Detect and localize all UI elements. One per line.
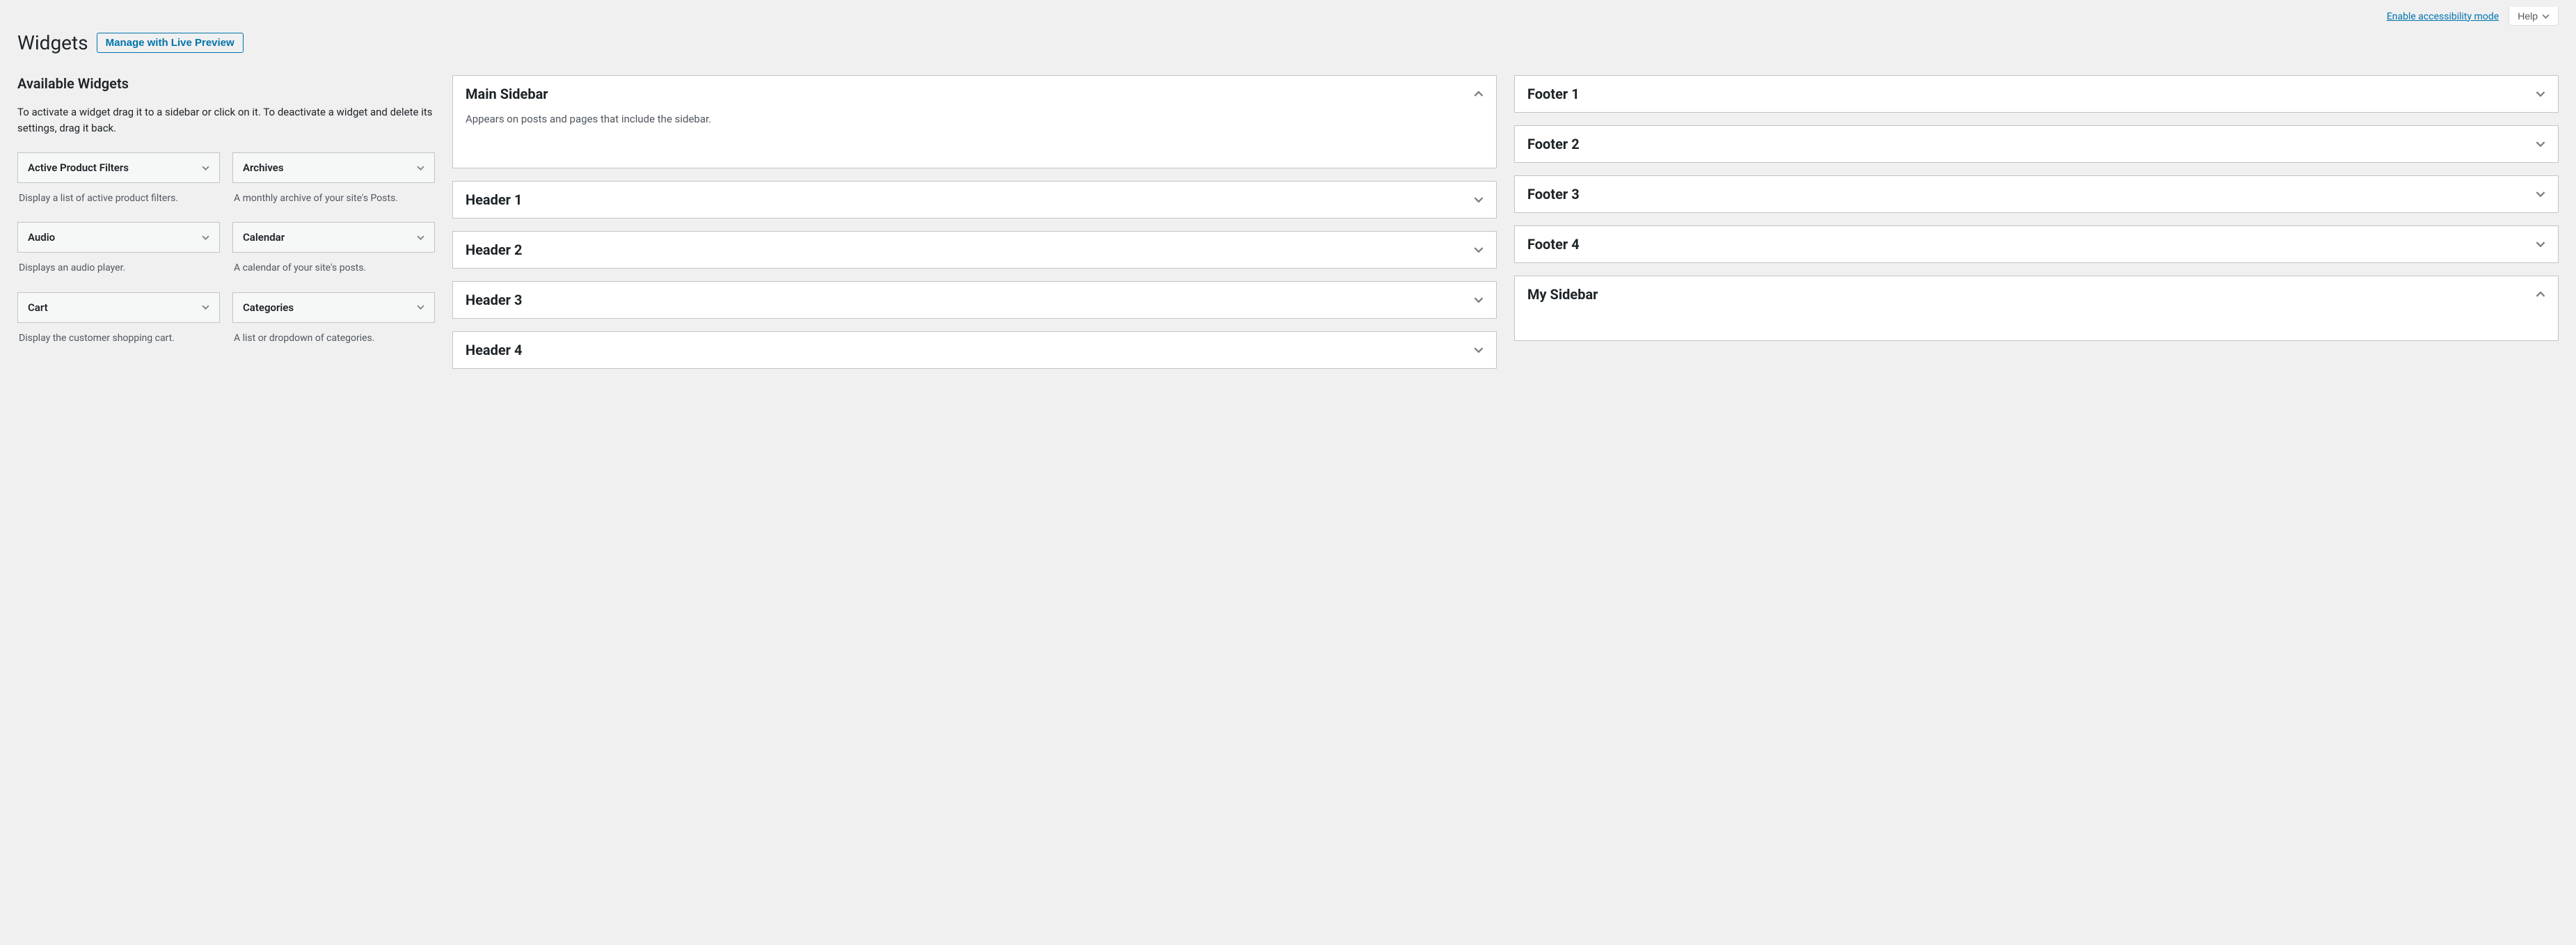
area-header-toggle[interactable]: Header 3	[453, 282, 1496, 318]
area-title: Header 2	[466, 241, 522, 258]
widget-cart[interactable]: Cart	[17, 292, 220, 323]
help-toggle-button[interactable]: Help	[2509, 7, 2559, 26]
page-title-row: Widgets Manage with Live Preview	[17, 31, 2559, 54]
area-drop-zone[interactable]	[453, 140, 1496, 168]
sidebar-areas-column-2: Footer 1 Footer 2 Footer 3 Footer 4	[1514, 75, 2559, 354]
widget-label: Active Product Filters	[28, 161, 129, 174]
chevron-down-icon	[1474, 195, 1484, 205]
area-title: My Sidebar	[1527, 286, 1598, 303]
enable-accessibility-link[interactable]: Enable accessibility mode	[2387, 11, 2499, 22]
chevron-down-icon	[2536, 89, 2545, 99]
area-header-2: Header 2	[452, 231, 1497, 269]
chevron-down-icon	[1474, 295, 1484, 305]
chevron-down-icon	[1474, 245, 1484, 255]
widget-description: Display a list of active product filters…	[17, 183, 220, 218]
area-header-4: Header 4	[452, 331, 1497, 369]
area-title: Footer 3	[1527, 186, 1580, 202]
widget-categories[interactable]: Categories	[232, 292, 435, 323]
widget-description: A list or dropdown of categories.	[232, 323, 435, 358]
area-header-toggle[interactable]: Header 4	[453, 332, 1496, 368]
area-title: Main Sidebar	[466, 86, 548, 102]
area-title: Header 3	[466, 292, 522, 308]
widget-calendar[interactable]: Calendar	[232, 222, 435, 253]
widget-label: Cart	[28, 301, 48, 314]
area-header-3: Header 3	[452, 281, 1497, 319]
widget-audio[interactable]: Audio	[17, 222, 220, 253]
chevron-down-icon	[202, 164, 209, 172]
widget-label: Categories	[243, 301, 294, 314]
chevron-down-icon	[2542, 13, 2550, 20]
chevron-down-icon	[202, 234, 209, 241]
manage-live-preview-button[interactable]: Manage with Live Preview	[97, 33, 244, 53]
widget-description: A monthly archive of your site's Posts.	[232, 183, 435, 218]
chevron-up-icon	[2536, 289, 2545, 299]
area-footer-4: Footer 4	[1514, 225, 2559, 263]
widget-description: Display the customer shopping cart.	[17, 323, 220, 358]
area-title: Header 4	[466, 342, 522, 358]
chevron-down-icon	[1474, 345, 1484, 355]
area-main-sidebar: Main Sidebar Appears on posts and pages …	[452, 75, 1497, 168]
area-footer-1: Footer 1	[1514, 75, 2559, 113]
chevron-down-icon	[417, 303, 424, 311]
widget-label: Archives	[243, 161, 284, 174]
area-footer-2: Footer 2	[1514, 125, 2559, 163]
widget-archives[interactable]: Archives	[232, 152, 435, 183]
area-header-toggle[interactable]: Footer 4	[1515, 226, 2558, 262]
screen-options-row: Enable accessibility mode Help	[17, 7, 2559, 26]
widget-label: Calendar	[243, 231, 285, 244]
sidebar-areas-column-1: Main Sidebar Appears on posts and pages …	[452, 75, 1497, 381]
chevron-down-icon	[417, 164, 424, 172]
area-header-toggle[interactable]: Header 2	[453, 232, 1496, 268]
chevron-up-icon	[1474, 89, 1484, 99]
chevron-down-icon	[2536, 139, 2545, 149]
available-widgets-heading: Available Widgets	[17, 75, 435, 92]
area-my-sidebar: My Sidebar	[1514, 276, 2559, 341]
widget-description: A calendar of your site's posts.	[232, 253, 435, 287]
area-header-my-sidebar[interactable]: My Sidebar	[1515, 276, 2558, 312]
area-title: Header 1	[466, 191, 522, 208]
available-widgets-panel: Available Widgets To activate a widget d…	[17, 75, 435, 362]
area-title: Footer 2	[1527, 136, 1580, 152]
page-title: Widgets	[17, 31, 88, 54]
area-footer-3: Footer 3	[1514, 175, 2559, 213]
widget-active-product-filters[interactable]: Active Product Filters	[17, 152, 220, 183]
help-label: Help	[2518, 10, 2538, 22]
area-header-toggle[interactable]: Footer 1	[1515, 76, 2558, 112]
area-header-toggle[interactable]: Footer 3	[1515, 176, 2558, 212]
widget-label: Audio	[28, 231, 55, 244]
chevron-down-icon	[2536, 239, 2545, 249]
area-title: Footer 1	[1527, 86, 1580, 102]
available-widgets-description: To activate a widget drag it to a sideba…	[17, 104, 435, 136]
area-header-main-sidebar[interactable]: Main Sidebar	[453, 76, 1496, 112]
chevron-down-icon	[202, 303, 209, 311]
area-description: Appears on posts and pages that include …	[453, 112, 1496, 140]
area-header-toggle[interactable]: Header 1	[453, 182, 1496, 218]
area-drop-zone[interactable]	[1515, 312, 2558, 340]
widget-description: Displays an audio player.	[17, 253, 220, 287]
area-header-toggle[interactable]: Footer 2	[1515, 126, 2558, 162]
area-title: Footer 4	[1527, 236, 1580, 253]
area-header-1: Header 1	[452, 181, 1497, 219]
chevron-down-icon	[2536, 189, 2545, 199]
chevron-down-icon	[417, 234, 424, 241]
